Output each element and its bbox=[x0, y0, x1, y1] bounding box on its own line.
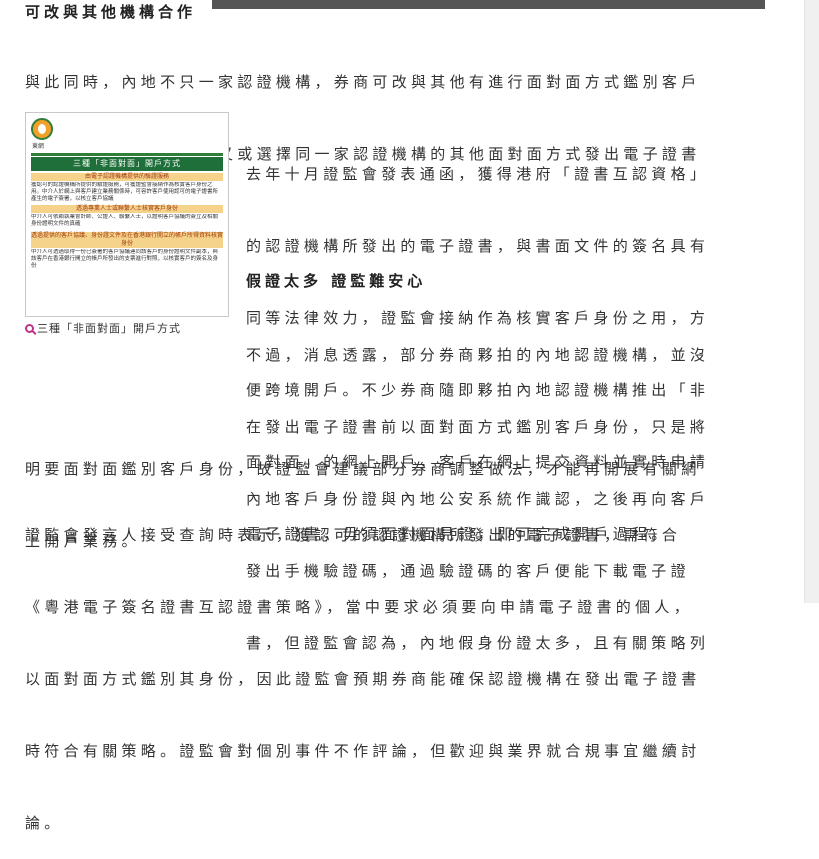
figure-section-body: 獲認可的認證機構所提供的驗證服務，可獲證監會接納作為核實客戶身份之用。中介人於網… bbox=[31, 182, 219, 202]
figure-band bbox=[31, 153, 223, 156]
logo-caption: 東網 bbox=[32, 143, 45, 150]
magnify-icon[interactable] bbox=[25, 324, 34, 333]
infographic-figure[interactable]: 東網 三種「非面對面」開戶方式 由電子認證機構提供的驗證服務 獲認可的認證機構所… bbox=[25, 112, 229, 317]
figure-section-subtitle: 由電子認證機構提供的驗證服務 bbox=[31, 173, 223, 181]
top-bar bbox=[212, 0, 765, 9]
figure-section-body: 中介人可透過取得一份已簽署的客戶協議連同該客戶的身份證明文件副本，與該客戶在香港… bbox=[31, 249, 219, 269]
text-line: 時符合有關策略。證監會對個別事件不作評論，但歡迎與業界就合規事宜繼續討 bbox=[25, 742, 701, 760]
news-logo-icon bbox=[31, 118, 53, 140]
text-line: 的認證機構所發出的電子證書，與書面文件的簽名具有 bbox=[246, 237, 710, 255]
caption-text: 三種「非面對面」開戶方式 bbox=[37, 322, 181, 335]
text-line: 《粵港電子簽名證書互認證書策略》，當中要求必須要向申請電子證書的個人， bbox=[25, 598, 694, 616]
figure-caption[interactable]: 三種「非面對面」開戶方式 bbox=[25, 320, 181, 336]
text-line: 證監會發言人接受查詢時表示，獲認可的認證機構所發出的電子證書，需符合 bbox=[25, 526, 682, 544]
figure-section-subtitle: 透過專業人士或聯繫人士核實客戶身份 bbox=[31, 205, 223, 213]
text-line: 以面對面方式鑑別其身份，因此證監會預期券商能確保認證機構在發出電子證書 bbox=[25, 670, 701, 688]
text-line: 與此同時，內地不只一家認證機構，券商可改與其他有進行面對面方式鑑別客戶 bbox=[25, 73, 701, 91]
scrollbar[interactable] bbox=[804, 0, 819, 603]
section-heading-cooperation: 可改與其他機構合作 bbox=[25, 3, 197, 21]
figure-title: 三種「非面對面」開戶方式 bbox=[31, 157, 223, 171]
figure-section-body: 中介人可依賴執業會計師、公證人、聯繫人士，以證明客戶協議的簽立及相關身份證明文件… bbox=[31, 214, 219, 227]
text-line: 論。 bbox=[25, 814, 64, 832]
text-line: 不過，消息透露，部分券商夥拍的內地認證機構，並沒 bbox=[246, 346, 710, 364]
figure-section-subtitle: 透過提供的客戶協議、身份證文件及在香港銀行開立的帳戶所得資料核實身份 bbox=[31, 232, 224, 248]
text-line: 去年十月證監會發表通函，獲得港府「證書互認資格」 bbox=[246, 165, 710, 183]
section-heading-fake-ids: 假證太多 證監難安心 bbox=[246, 272, 427, 290]
paragraph-4: 證監會發言人接受查詢時表示，獲認可的認證機構所發出的電子證書，需符合 《粵港電子… bbox=[25, 475, 701, 859]
